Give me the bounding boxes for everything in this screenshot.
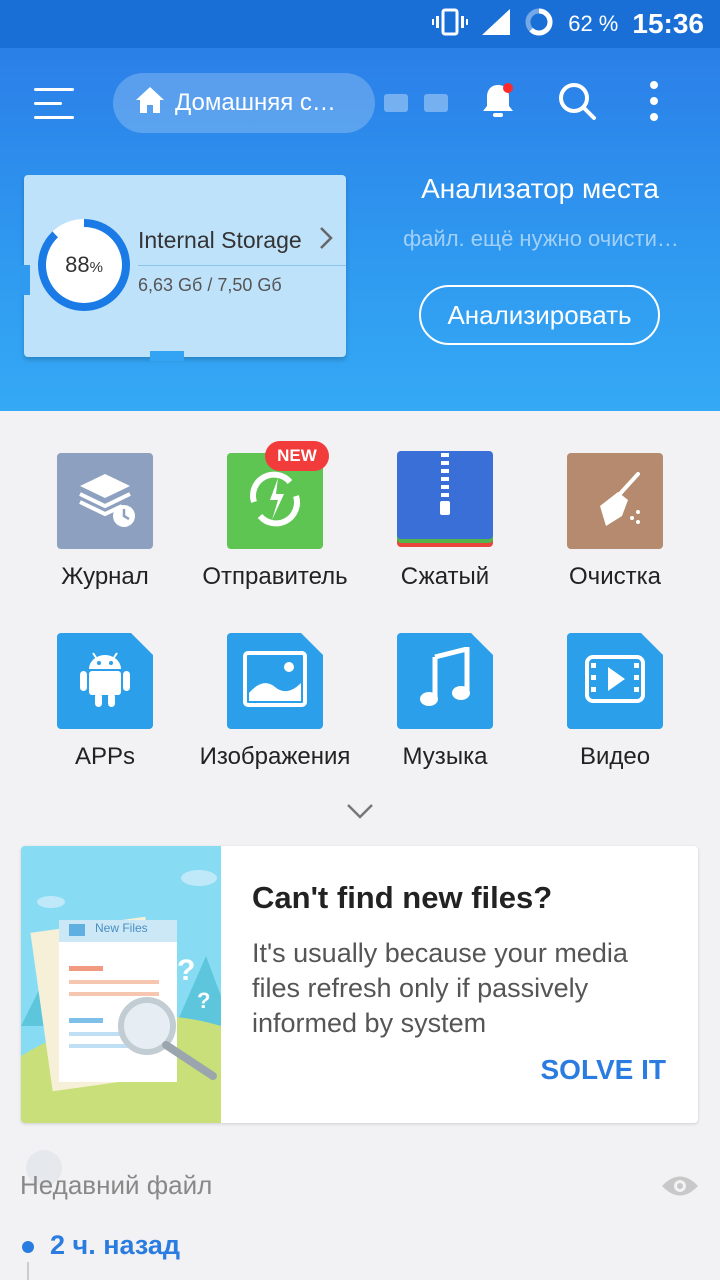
tip-title: Can't find new files? [252, 880, 553, 915]
storage-size: 6,63 Gб / 7,50 Gб [138, 275, 282, 295]
android-icon [77, 647, 133, 716]
category-video[interactable]: Видео [530, 633, 700, 771]
bell-icon [478, 81, 518, 126]
status-bar: 62 % 15:36 [0, 0, 720, 48]
category-music[interactable]: Музыка [360, 633, 530, 771]
category-label: Очистка [569, 563, 661, 590]
search-button[interactable] [552, 78, 602, 128]
eye-icon[interactable] [660, 1173, 700, 1204]
window-tab-icon[interactable] [424, 94, 448, 112]
music-icon [417, 645, 473, 716]
analyze-button[interactable]: Анализировать [419, 285, 660, 345]
more-vert-icon [649, 80, 659, 127]
menu-icon [34, 88, 74, 91]
storage-percent: 88 [65, 252, 90, 277]
menu-button[interactable] [34, 86, 78, 122]
video-icon [583, 651, 647, 712]
solve-it-button[interactable]: SOLVE IT [541, 1054, 667, 1086]
search-icon [556, 80, 598, 127]
home-icon [135, 86, 165, 121]
storage-name: Internal Storage [138, 227, 302, 253]
battery-percent: 62 % [568, 11, 619, 36]
category-images[interactable]: Изображения [190, 633, 360, 771]
category-journal[interactable]: Журнал [20, 453, 190, 591]
category-label: Изображения [199, 743, 351, 770]
category-label: Музыка [402, 743, 488, 770]
category-cleaner[interactable]: Очистка [530, 453, 700, 591]
category-label: APPs [74, 743, 136, 770]
category-label: Отправитель [202, 563, 348, 590]
tip-card: ? ? New Files Can't find new files? It's… [21, 846, 698, 1123]
header: Домашняя с… 88% Internal Storage 6,63 Gб… [0, 48, 720, 411]
svg-text:?: ? [177, 954, 195, 987]
category-label: Журнал [61, 563, 149, 590]
storage-usage-ring: 88% [38, 219, 130, 311]
recent-group-label[interactable]: 2 ч. назад [50, 1230, 180, 1261]
image-icon [243, 650, 307, 712]
timeline-dot [22, 1241, 34, 1253]
recent-files-label: Недавний файл [20, 1170, 213, 1200]
notifications-button[interactable] [473, 78, 523, 128]
category-compressed[interactable]: Сжатый [360, 450, 530, 591]
more-options-button[interactable] [629, 78, 679, 128]
new-files-tab-label: New Files [95, 921, 148, 935]
vibrate-icon [432, 8, 469, 41]
sender-icon [240, 464, 310, 539]
battery-ring-icon [524, 7, 554, 42]
svg-text:?: ? [197, 988, 210, 1013]
category-apps[interactable]: APPs [20, 633, 190, 771]
zip-icon [397, 450, 493, 552]
new-files-illustration: ? ? New Files [21, 846, 221, 1123]
signal-icon [482, 8, 511, 40]
tip-text: It's usually because your media files re… [252, 938, 628, 1038]
storage-card[interactable]: 88% Internal Storage 6,63 Gб / 7,50 Gб [20, 175, 346, 361]
category-label: Видео [579, 743, 651, 770]
analyzer-subtitle: файл. ещё нужно очисти… [403, 226, 679, 251]
chevron-right-icon [318, 225, 334, 258]
path-label: Домашняя с… [175, 89, 336, 116]
new-badge: NEW [265, 441, 329, 471]
category-label: Сжатый [400, 563, 490, 590]
path-breadcrumb[interactable]: Домашняя с… [113, 73, 375, 133]
expand-chevron-icon[interactable] [344, 800, 376, 827]
broom-icon [580, 464, 650, 539]
history-icon [70, 464, 140, 539]
clock: 15:36 [632, 8, 704, 39]
analyzer-title: Анализатор места [421, 173, 659, 204]
window-tab-icon[interactable] [384, 94, 408, 112]
category-sender[interactable]: NEW Отправитель [190, 441, 360, 591]
